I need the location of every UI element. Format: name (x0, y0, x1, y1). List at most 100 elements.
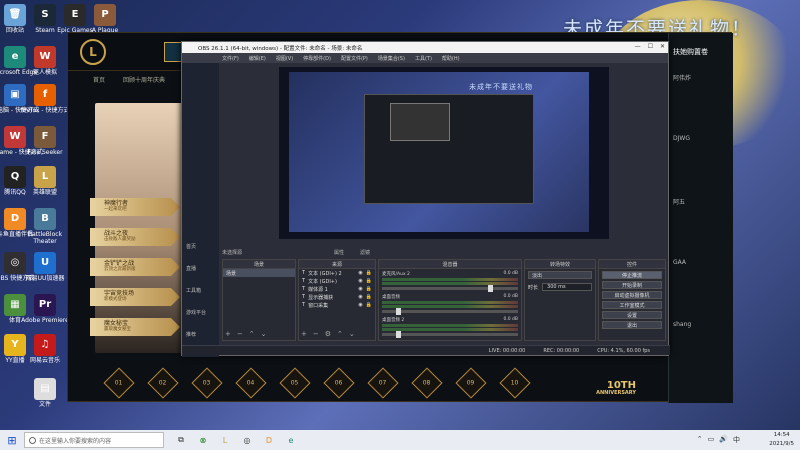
stage-marker[interactable]: 08 (411, 367, 443, 399)
lol-logo-icon[interactable]: L (80, 39, 106, 65)
stage-marker[interactable]: 10 (499, 367, 531, 399)
friend-name[interactable]: shang (673, 321, 691, 328)
menu-item[interactable]: 编辑(E) (249, 55, 266, 62)
control-button[interactable]: 启动虚拟摄像机 (602, 291, 662, 299)
windows-start-icon[interactable]: ⊞ (0, 430, 24, 450)
sidebar-item[interactable]: 游戏平台 (186, 309, 206, 316)
transition-select[interactable]: 淡出 (528, 271, 592, 279)
friend-name[interactable]: GAA (673, 259, 686, 266)
menu-item[interactable]: 停靠部件(D) (303, 55, 331, 62)
control-button[interactable]: 设置 (602, 311, 662, 319)
desktop-icon[interactable]: Pr Adobe Premiere (16, 294, 74, 325)
volume-slider[interactable] (382, 285, 518, 292)
game-mode-card[interactable]: 战斗之夜 击败敌人赢奖励 (90, 228, 180, 246)
stage-marker[interactable]: 04 (235, 367, 267, 399)
down-icon[interactable]: ⌄ (261, 330, 267, 338)
filters-button[interactable]: 滤镜 (360, 249, 370, 256)
game-mode-card[interactable]: 魔女秘宝 赢取魔女秘宝 (90, 318, 180, 336)
desktop-icon[interactable]: PA Plague (76, 4, 134, 35)
stage-marker[interactable]: 02 (147, 367, 179, 399)
stage-marker[interactable]: 06 (323, 367, 355, 399)
obs-window[interactable]: OBS 26.1.1 (64-bit, windows) - 配置文件: 未命名… (181, 41, 670, 357)
close-icon[interactable]: ✕ (660, 43, 665, 50)
obs-preview[interactable]: 未成年不要送礼物 (279, 67, 609, 239)
menu-item[interactable]: 文件(F) (222, 55, 239, 62)
properties-button[interactable]: 属性 (334, 249, 344, 256)
sidebar-item[interactable]: 直播 (186, 265, 196, 272)
network-icon[interactable]: ▭ (708, 435, 715, 445)
maximize-icon[interactable]: ☐ (648, 43, 653, 50)
stage-marker[interactable]: 03 (191, 367, 223, 399)
lol-icon[interactable]: L (218, 433, 232, 447)
edge-icon[interactable]: e (284, 433, 298, 447)
chevron-up-icon[interactable]: ⌃ (697, 435, 703, 445)
eye-icon[interactable]: ◉ (358, 278, 362, 284)
stage-marker[interactable]: 07 (367, 367, 399, 399)
stage-marker[interactable]: 09 (455, 367, 487, 399)
game-mode-card[interactable]: 宇宙竞技场 新模式登场 (90, 288, 180, 306)
lock-icon[interactable]: 🔒 (366, 302, 372, 308)
menu-item[interactable]: 配置文件(P) (341, 55, 368, 62)
volume-slider[interactable] (382, 331, 518, 338)
minimize-icon[interactable]: — (635, 43, 641, 50)
sidebar-item[interactable]: 首页 (186, 243, 196, 250)
friend-name[interactable]: 阿五 (673, 197, 685, 206)
add-icon[interactable]: + (225, 330, 231, 338)
game-mode-card[interactable]: 金铲铲之战 云顶之弈最新版 (90, 258, 180, 276)
up-icon[interactable]: ⌃ (337, 330, 343, 338)
menu-item[interactable]: 帮助(H) (442, 55, 460, 62)
desktop-icon[interactable]: L 英雄联盟 (16, 166, 74, 197)
down-icon[interactable]: ⌄ (349, 330, 355, 338)
add-icon[interactable]: + (301, 330, 307, 338)
friend-name[interactable]: DJWG (673, 135, 690, 142)
source-item[interactable]: T 文本 (GDI+) ◉ 🔒 (299, 277, 375, 285)
eye-icon[interactable]: ◉ (358, 270, 362, 276)
source-item[interactable]: T 文本 (GDI+) 2 ◉ 🔒 (299, 269, 375, 277)
xbox-icon[interactable]: ⊗ (196, 433, 210, 447)
source-item[interactable]: T 窗口采集 ◉ 🔒 (299, 301, 375, 309)
control-button[interactable]: 停止推流 (602, 271, 662, 279)
desktop-icon[interactable]: U 网易UU加速器 (16, 252, 74, 283)
lock-icon[interactable]: 🔒 (366, 270, 372, 276)
task-view-icon[interactable]: ⧉ (174, 433, 188, 447)
friend-name[interactable]: 阿伟炸 (673, 73, 691, 82)
volume-icon[interactable]: 🔊 (719, 435, 728, 445)
desktop-icon[interactable]: W 驱人模拟 (16, 46, 74, 77)
control-button[interactable]: 工作室模式 (602, 301, 662, 309)
stage-marker[interactable]: 05 (279, 367, 311, 399)
scene-item[interactable]: 场景 (223, 269, 295, 277)
desktop-icon[interactable]: ♫ 网易云音乐 (16, 334, 74, 365)
clock[interactable]: 14:54 2021/9/5 (769, 431, 794, 449)
control-button[interactable]: 退出 (602, 321, 662, 329)
volume-slider[interactable] (382, 308, 518, 315)
gear-icon[interactable]: ⚙ (325, 330, 331, 338)
ime-icon[interactable]: 中 (733, 435, 740, 445)
desktop-icon[interactable]: f firefox - 快捷方式 (16, 84, 74, 115)
desktop-icon[interactable]: F Fate Seeker (16, 126, 74, 157)
tab-anniversary[interactable]: 回顾十周年庆典 (123, 75, 165, 84)
menu-item[interactable]: 视图(V) (276, 55, 293, 62)
menu-item[interactable]: 工具(T) (415, 55, 432, 62)
douyu-icon[interactable]: D (262, 433, 276, 447)
tab-home[interactable]: 首页 (93, 75, 105, 84)
sidebar-item[interactable]: 工具箱 (186, 287, 201, 294)
up-icon[interactable]: ⌃ (249, 330, 255, 338)
sidebar-item[interactable]: 推荐 (186, 331, 196, 338)
eye-icon[interactable]: ◉ (358, 302, 362, 308)
obs-icon[interactable]: ◎ (240, 433, 254, 447)
menu-item[interactable]: 场景集合(S) (378, 55, 405, 62)
lock-icon[interactable]: 🔒 (366, 294, 372, 300)
duration-input[interactable]: 300 ms (542, 283, 592, 291)
eye-icon[interactable]: ◉ (358, 294, 362, 300)
game-mode-card[interactable]: 神魔行者 一起来玩吧 (90, 198, 180, 216)
control-button[interactable]: 开始录制 (602, 281, 662, 289)
source-item[interactable]: T 显示器捕获 ◉ 🔒 (299, 293, 375, 301)
lock-icon[interactable]: 🔒 (366, 278, 372, 284)
stage-marker[interactable]: 01 (103, 367, 135, 399)
eye-icon[interactable]: ◉ (358, 286, 362, 292)
source-item[interactable]: T 媒体源 1 ◉ 🔒 (299, 285, 375, 293)
taskbar-search-input[interactable]: 在这里输入你要搜索的内容 (24, 432, 164, 448)
remove-icon[interactable]: − (237, 330, 243, 338)
desktop-icon[interactable]: ▤ 文件 (16, 378, 74, 409)
remove-icon[interactable]: − (313, 330, 319, 338)
